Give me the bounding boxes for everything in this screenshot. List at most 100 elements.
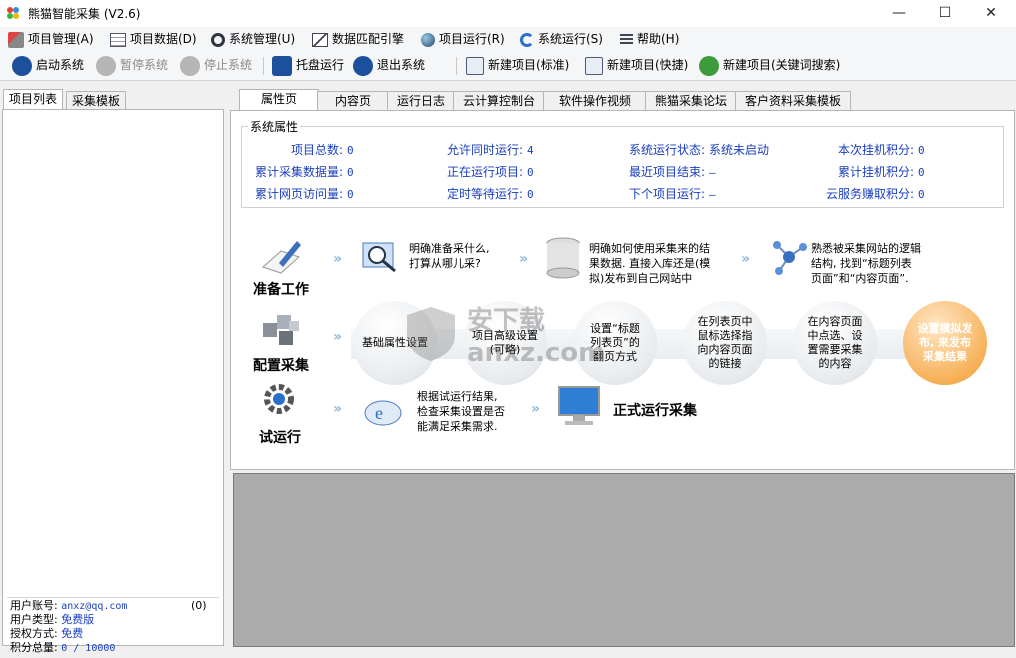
stat-label: 累计采集数据量:	[255, 165, 344, 179]
menu-system-run[interactable]: 系统运行(S)	[520, 30, 603, 48]
account-count: (0)	[191, 599, 207, 612]
main-tabs: 属性页 内容页 运行日志 云计算控制台 软件操作视频 熊猫采集论坛 客户资料采集…	[229, 89, 1014, 111]
stat-system-status: 系统运行状态: 系统未启动	[629, 141, 769, 158]
account-value: anxz@qq.com	[61, 601, 128, 612]
chart-icon	[312, 32, 328, 47]
menu-project-data[interactable]: 项目数据(D)	[110, 30, 197, 48]
menu-bar: 项目管理(A) 项目数据(D) 系统管理(U) 数据匹配引擎 项目运行(R) 系…	[0, 27, 1016, 51]
new-project-standard-button[interactable]: 新建项目(标准)	[466, 55, 569, 75]
step-configure-label: 配置采集	[253, 358, 309, 374]
button-label: 新建项目(关键词搜索)	[723, 58, 841, 72]
step-list-links: 在列表页中 鼠标选择指 向内容页面 的链接	[683, 301, 767, 385]
bottom-log-pane	[233, 473, 1015, 647]
exit-system-button[interactable]: 退出系统	[353, 55, 425, 76]
step-site-structure-text: 熟悉被采集网站的逻辑 结构, 找到“标题列表 页面”和“内容页面”.	[811, 242, 921, 285]
pause-system-button[interactable]: 暂停系统	[96, 55, 169, 76]
account-label: 用户账号:	[10, 599, 58, 612]
button-label: 暂停系统	[120, 58, 169, 72]
tab-forum[interactable]: 熊猫采集论坛	[645, 91, 737, 110]
window-title: 熊猫智能采集 (V2.6)	[28, 7, 141, 21]
tab-project-list[interactable]: 项目列表	[3, 89, 64, 111]
stat-cloud-points: 云服务赚取积分: 0	[826, 185, 925, 202]
stat-value: 0	[347, 188, 354, 201]
user-type-label: 用户类型:	[10, 613, 58, 626]
stat-label: 云服务赚取积分:	[826, 187, 915, 201]
chevron-icon: »	[333, 329, 343, 345]
button-label: 停止系统	[204, 58, 253, 72]
step-use-data-text: 明确如何使用采集来的结 果数据. 直接入库还是(模 拟)发布到自己网站中	[589, 242, 711, 285]
menu-project-run[interactable]: 项目运行(R)	[421, 30, 505, 48]
chevron-icon: »	[519, 251, 529, 267]
play-icon	[12, 55, 32, 76]
stat-project-total: 项目总数: 0	[291, 141, 354, 158]
step-formal-run-label: 正式运行采集	[613, 403, 697, 419]
magnifier-icon	[362, 242, 396, 273]
chevron-icon: »	[333, 251, 343, 267]
stat-label: 正在运行项目:	[447, 165, 524, 179]
close-button[interactable]: ✕	[968, 0, 1014, 27]
tab-properties[interactable]: 属性页	[239, 89, 319, 111]
step-trial-text: 根据试运行结果, 检查采集设置是否 能满足采集需求.	[417, 390, 505, 433]
points-label: 积分总量:	[10, 641, 58, 654]
group-title: 系统属性	[248, 118, 301, 135]
stat-next-project: 下个项目运行: —	[629, 185, 716, 202]
keyword-search-icon	[699, 55, 719, 76]
auth-row: 授权方式: 免费	[10, 627, 83, 641]
stat-page-visits: 累计网页访问量: 0	[255, 185, 354, 202]
stat-value: 0	[527, 188, 534, 201]
globe-icon	[421, 32, 435, 47]
button-label: 启动系统	[36, 58, 85, 72]
stat-running-projects: 正在运行项目: 0	[447, 163, 534, 180]
properties-pane: 系统属性 项目总数: 0 允许同时运行: 4 系统运行状态: 系统未启动 本次挂机积分…	[230, 110, 1015, 470]
tab-customer-template[interactable]: 客户资料采集模板	[735, 91, 851, 110]
chevron-icon: »	[531, 401, 541, 417]
ie-cup-icon: e	[364, 400, 402, 426]
step-publish: 设置模拟发 布, 来发布 采集结果	[903, 301, 987, 385]
step-prepare-label: 准备工作	[253, 282, 309, 298]
monitor-icon	[558, 386, 600, 425]
stat-value: 0	[918, 144, 925, 157]
menu-match-engine[interactable]: 数据匹配引擎	[312, 30, 404, 48]
start-system-button[interactable]: 启动系统	[12, 55, 85, 76]
gear-icon	[211, 32, 225, 47]
maximize-button[interactable]: ☐	[922, 0, 968, 27]
tab-collect-templates[interactable]: 采集模板	[66, 91, 127, 111]
new-project-quick-button[interactable]: 新建项目(快捷)	[585, 55, 688, 75]
stat-value: 4	[527, 144, 534, 157]
refresh-icon	[520, 32, 534, 47]
tab-cloud-console[interactable]: 云计算控制台	[453, 91, 545, 110]
stat-label: 系统运行状态:	[629, 143, 706, 157]
new-project-keyword-button[interactable]: 新建项目(关键词搜索)	[699, 55, 841, 76]
project-list[interactable]: 用户账号: anxz@qq.com (0) 用户类型: 免费版 授权方式: 免费…	[2, 109, 224, 654]
tab-content[interactable]: 内容页	[317, 91, 389, 110]
menu-label: 数据匹配引擎	[332, 32, 405, 46]
pause-icon	[96, 55, 116, 76]
watermark-shield-icon	[407, 307, 455, 361]
tray-run-button[interactable]: 托盘运行	[272, 55, 345, 76]
menu-help[interactable]: 帮助(H)	[620, 30, 679, 48]
auth-value: 免费	[61, 627, 84, 640]
stat-label: 累计挂机积分:	[838, 165, 915, 179]
stat-scheduled-waiting: 定时等待运行: 0	[447, 185, 534, 202]
new-project-icon	[466, 56, 484, 75]
stat-label: 最近项目结束:	[629, 165, 706, 179]
pen-paper-icon	[262, 241, 301, 274]
stat-total-points: 累计挂机积分: 0	[838, 163, 925, 180]
gear-run-icon	[264, 384, 294, 414]
cubes-icon	[263, 315, 299, 345]
stat-last-project-end: 最近项目结束: —	[629, 163, 716, 180]
stat-label: 累计网页访问量:	[255, 187, 344, 201]
step-prepare-what-text: 明确准备采什么, 打算从哪儿采?	[409, 242, 490, 270]
stat-allowed-concurrent: 允许同时运行: 4	[447, 141, 534, 158]
menu-label: 项目管理(A)	[28, 32, 94, 46]
tab-run-log[interactable]: 运行日志	[387, 91, 455, 110]
table-icon	[110, 32, 126, 47]
menu-project-manage[interactable]: 项目管理(A)	[8, 30, 94, 48]
button-label: 托盘运行	[296, 58, 345, 72]
tab-videos[interactable]: 软件操作视频	[543, 91, 647, 110]
stop-system-button[interactable]: 停止系统	[180, 55, 253, 76]
menu-label: 系统运行(S)	[538, 32, 603, 46]
menu-system-manage[interactable]: 系统管理(U)	[211, 30, 295, 48]
minimize-button[interactable]: —	[876, 0, 922, 27]
tools-icon	[8, 31, 24, 48]
